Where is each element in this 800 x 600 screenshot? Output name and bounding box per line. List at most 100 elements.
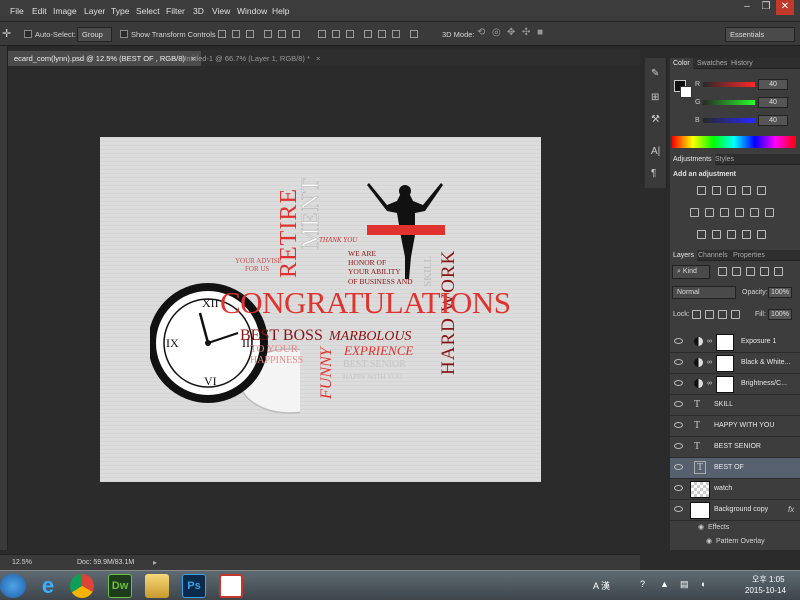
lock-all-icon[interactable] <box>731 310 740 319</box>
visibility-eye-icon[interactable] <box>674 380 683 386</box>
menu-help[interactable]: Help <box>272 6 289 16</box>
distribute-top-icon[interactable] <box>318 30 326 38</box>
tab-channels[interactable]: Channels <box>695 250 731 261</box>
fx-icon[interactable]: fx <box>788 505 794 514</box>
visibility-eye-icon[interactable] <box>674 485 683 491</box>
notification-icon[interactable]: ▲ <box>660 579 669 589</box>
b-slider[interactable] <box>703 118 755 123</box>
help-icon[interactable]: ? <box>640 579 645 589</box>
filter-smart-object-icon[interactable] <box>774 267 783 276</box>
visibility-eye-icon[interactable] <box>674 422 683 428</box>
brightness-icon[interactable] <box>697 186 706 195</box>
effects-eye-icon[interactable]: ◉ <box>698 523 704 531</box>
character-icon[interactable]: A| <box>651 146 660 157</box>
minimize-button[interactable]: – <box>738 0 756 15</box>
filter-pixel-icon[interactable] <box>718 267 727 276</box>
layer-row-watch[interactable]: watch <box>670 479 800 500</box>
vibrance-icon[interactable] <box>757 186 766 195</box>
r-value[interactable]: 40 <box>758 79 788 90</box>
tab-untitled-document[interactable]: Untitled-1 @ 66.7% (Layer 1, RGB/8) * × <box>175 51 326 66</box>
photoshop-icon[interactable]: Ps <box>182 574 206 598</box>
threshold-icon[interactable] <box>727 230 736 239</box>
brush-icon[interactable]: ✎ <box>651 68 659 79</box>
lock-position-icon[interactable] <box>718 310 727 319</box>
align-left-icon[interactable] <box>264 30 272 38</box>
filter-shape-icon[interactable] <box>760 267 769 276</box>
lock-transparent-icon[interactable] <box>692 310 701 319</box>
ime-indicator[interactable]: A 漢 <box>593 579 610 592</box>
menu-window[interactable]: Window <box>237 6 267 16</box>
3d-roll-icon[interactable]: ◎ <box>492 27 501 38</box>
chrome-icon[interactable] <box>70 574 94 598</box>
menu-image[interactable]: Image <box>53 6 77 16</box>
visibility-eye-icon[interactable] <box>674 464 683 470</box>
layer-filter-dropdown[interactable]: ⌕ Kind <box>672 265 710 279</box>
clock-time[interactable]: 오후 1:05 <box>752 574 785 585</box>
curves-icon[interactable] <box>727 186 736 195</box>
b-value[interactable]: 40 <box>758 115 788 126</box>
posterize-icon[interactable] <box>712 230 721 239</box>
opacity-value[interactable]: 100% <box>768 287 792 298</box>
fill-value[interactable]: 100% <box>768 309 792 320</box>
move-tool-icon[interactable]: ✛ <box>2 27 11 40</box>
align-hcenter-icon[interactable] <box>278 30 286 38</box>
zoom-level[interactable]: 12.5% <box>12 559 32 566</box>
invert-icon[interactable] <box>697 230 706 239</box>
exposure-icon[interactable] <box>742 186 751 195</box>
3d-rotate-icon[interactable]: ⟲ <box>477 27 485 38</box>
blend-mode-dropdown[interactable]: Normal <box>672 286 736 299</box>
start-button-icon[interactable] <box>0 574 26 598</box>
hue-saturation-icon[interactable] <box>690 208 699 217</box>
layer-row-brightness[interactable]: ∞ Brightness/C... <box>670 374 800 395</box>
tab-adjustments[interactable]: Adjustments <box>670 154 715 165</box>
auto-select-checkbox[interactable] <box>24 30 32 38</box>
filter-adjustment-icon[interactable] <box>732 267 741 276</box>
3d-pan-icon[interactable]: ✥ <box>507 27 515 38</box>
tab-styles[interactable]: Styles <box>712 154 737 165</box>
layer-row-best-of[interactable]: T BEST OF <box>670 458 800 479</box>
layer-row-skill[interactable]: T SKILL <box>670 395 800 416</box>
tab-swatches[interactable]: Swatches <box>694 58 730 69</box>
pattern-eye-icon[interactable]: ◉ <box>706 537 712 545</box>
color-lookup-icon[interactable] <box>765 208 774 217</box>
g-value[interactable]: 40 <box>758 97 788 108</box>
layer-row-happy-with-you[interactable]: T HAPPY WITH YOU <box>670 416 800 437</box>
3d-slide-icon[interactable]: ✣ <box>522 27 530 38</box>
auto-select-dropdown[interactable]: Group <box>77 27 112 42</box>
pdf-icon[interactable] <box>219 574 243 598</box>
layer-row-exposure[interactable]: ∞ Exposure 1 <box>670 332 800 353</box>
menu-type[interactable]: Type <box>111 6 129 16</box>
align-top-icon[interactable] <box>218 30 226 38</box>
maximize-button[interactable]: ❐ <box>757 0 775 15</box>
lock-image-icon[interactable] <box>705 310 714 319</box>
align-bottom-icon[interactable] <box>246 30 254 38</box>
dreamweaver-icon[interactable]: Dw <box>108 574 132 598</box>
menu-filter[interactable]: Filter <box>166 6 185 16</box>
tools-panel[interactable] <box>0 46 8 550</box>
menu-3d[interactable]: 3D <box>193 6 204 16</box>
document-canvas[interactable]: YOUR ADVISE FOR US RETIRE MENT THANK YOU… <box>100 137 541 482</box>
pattern-overlay-row[interactable]: ◉ Pattern Overlay <box>670 535 800 549</box>
distribute-left-icon[interactable] <box>364 30 372 38</box>
visibility-eye-icon[interactable] <box>674 443 683 449</box>
paragraph-icon[interactable]: ¶ <box>651 168 656 179</box>
workspace-dropdown[interactable]: Essentials <box>725 27 795 42</box>
levels-icon[interactable] <box>712 186 721 195</box>
internet-explorer-icon[interactable]: e <box>36 574 60 598</box>
gradient-map-icon[interactable] <box>742 230 751 239</box>
tab-layers[interactable]: Layers <box>670 250 698 261</box>
auto-align-icon[interactable] <box>410 30 418 38</box>
black-white-icon[interactable] <box>720 208 729 217</box>
background-color-swatch[interactable] <box>680 86 692 98</box>
align-vcenter-icon[interactable] <box>232 30 240 38</box>
menu-edit[interactable]: Edit <box>32 6 47 16</box>
network-icon[interactable]: ▤ <box>680 579 689 590</box>
clone-source-icon[interactable]: ⊞ <box>651 92 659 103</box>
volume-icon[interactable]: ◖ <box>700 579 705 589</box>
color-spectrum[interactable] <box>672 136 796 148</box>
effects-row[interactable]: ◉ Effects <box>670 521 800 535</box>
distribute-vcenter-icon[interactable] <box>332 30 340 38</box>
tab-properties[interactable]: Properties <box>730 250 768 261</box>
photo-filter-icon[interactable] <box>735 208 744 217</box>
menu-select[interactable]: Select <box>136 6 160 16</box>
